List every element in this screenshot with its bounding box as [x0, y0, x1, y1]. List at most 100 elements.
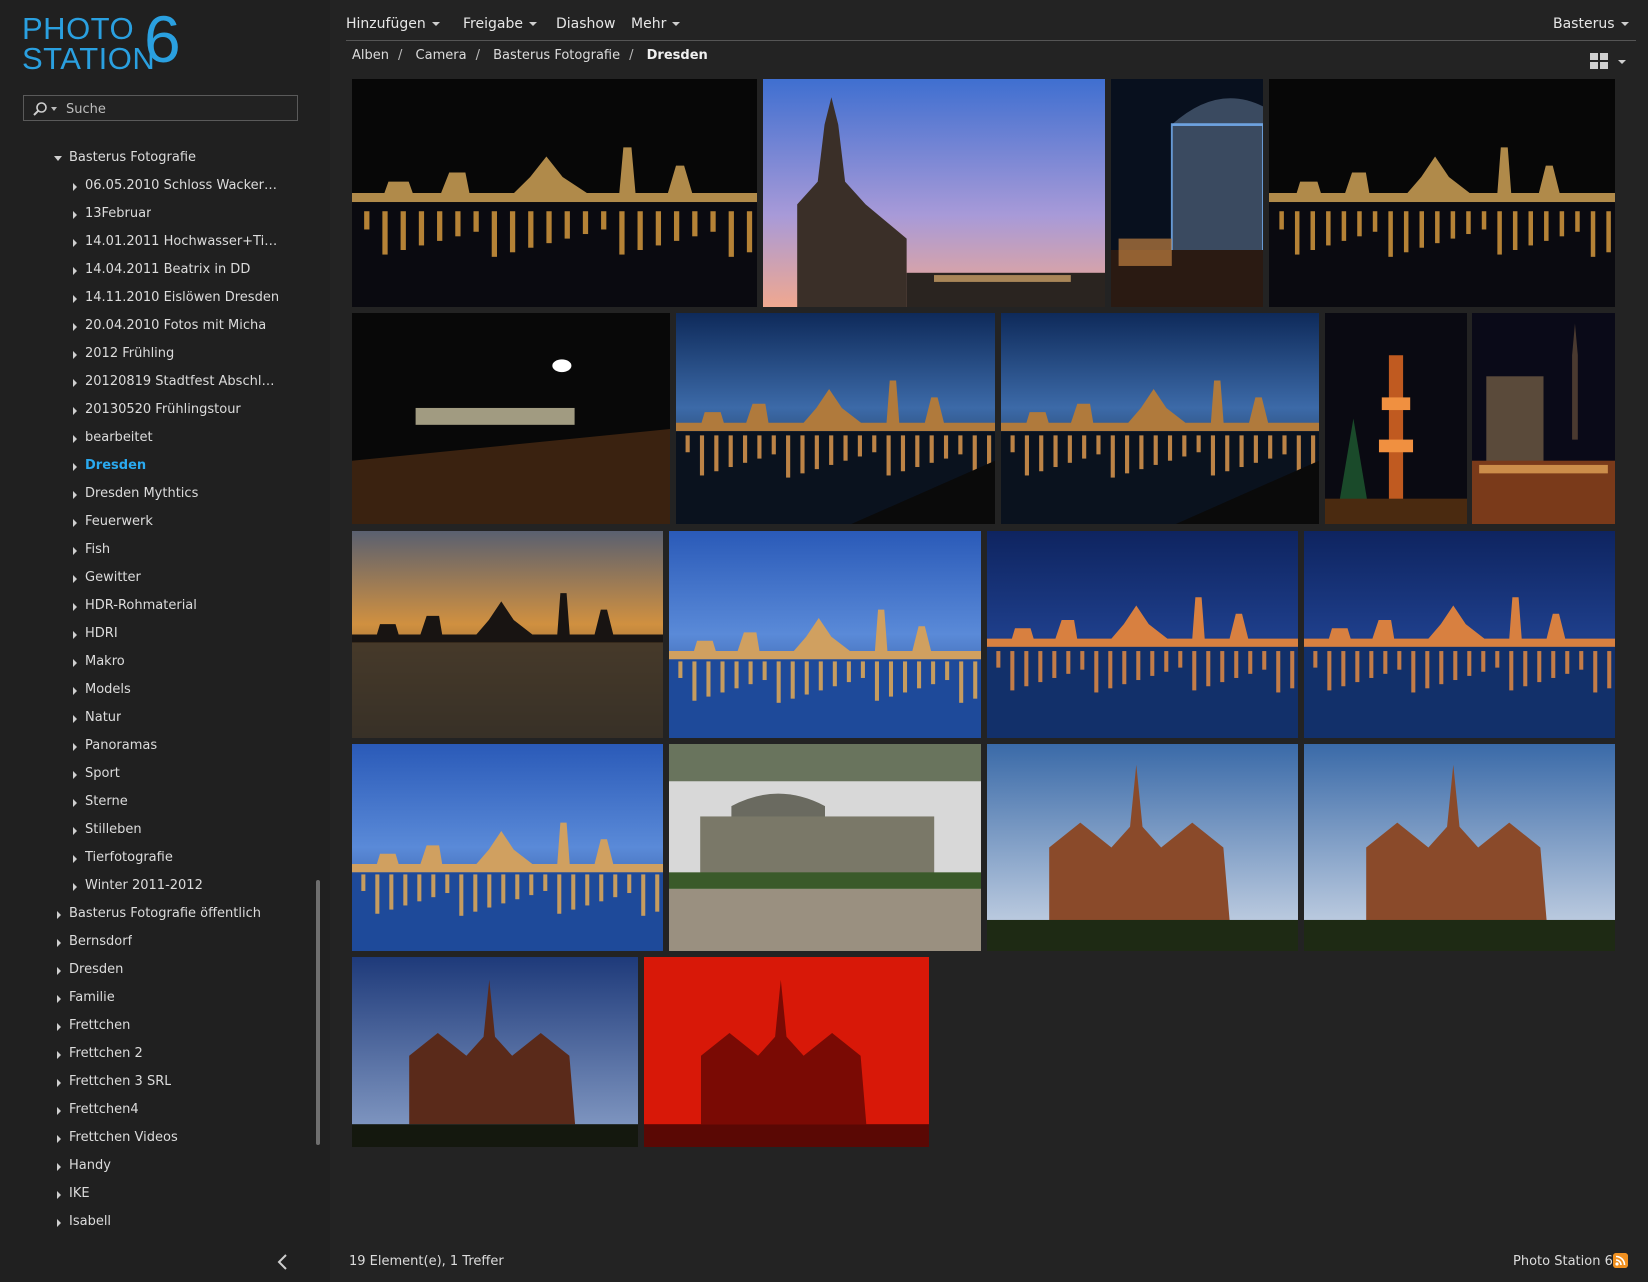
search-icon[interactable] [32, 101, 48, 117]
tree-item-child[interactable]: 06.05.2010 Schloss Wackerbarth [0, 172, 285, 200]
photo-thumbnail[interactable] [1304, 744, 1615, 951]
tree-item-child[interactable]: Winter 2011-2012 [0, 872, 285, 900]
tree-item-child[interactable]: 20.04.2010 Fotos mit Micha [0, 312, 285, 340]
breadcrumb-item[interactable]: Camera [416, 48, 467, 63]
expand-arrow-icon[interactable] [73, 631, 77, 639]
tree-item-album[interactable]: Frettchen 3 SRL [0, 1068, 315, 1096]
expand-arrow-icon[interactable] [73, 407, 77, 415]
more-menu[interactable]: Mehr [631, 16, 681, 32]
tree-item-child[interactable]: HDRI [0, 620, 285, 648]
expand-arrow-icon[interactable] [73, 295, 77, 303]
expand-arrow-icon[interactable] [73, 491, 77, 499]
tree-item-parent[interactable]: Basterus Fotografie [0, 144, 315, 172]
expand-arrow-icon[interactable] [73, 323, 77, 331]
tree-item-child[interactable]: Feuerwerk [0, 508, 285, 536]
expand-arrow-icon[interactable] [73, 771, 77, 779]
expand-arrow-icon[interactable] [73, 855, 77, 863]
search-box[interactable] [23, 95, 298, 121]
expand-arrow-icon[interactable] [73, 603, 77, 611]
expand-arrow-icon[interactable] [73, 715, 77, 723]
expand-arrow-icon[interactable] [73, 267, 77, 275]
photo-thumbnail[interactable] [676, 313, 995, 524]
expand-arrow-icon[interactable] [57, 1219, 61, 1227]
tree-item-child[interactable]: Tierfotografie [0, 844, 285, 872]
tree-item-child[interactable]: Makro [0, 648, 285, 676]
expand-arrow-icon[interactable] [73, 547, 77, 555]
expanded-arrow-icon[interactable] [54, 156, 62, 161]
tree-item-album[interactable]: Familie [0, 984, 315, 1012]
expand-arrow-icon[interactable] [73, 351, 77, 359]
sidebar-scrollbar[interactable] [316, 880, 320, 1145]
expand-arrow-icon[interactable] [73, 799, 77, 807]
photo-thumbnail[interactable] [987, 531, 1298, 738]
expand-arrow-icon[interactable] [57, 1079, 61, 1087]
tree-item-child[interactable]: Sport [0, 760, 285, 788]
expand-arrow-icon[interactable] [73, 239, 77, 247]
tree-item-album[interactable]: Bernsdorf [0, 928, 315, 956]
expand-arrow-icon[interactable] [73, 827, 77, 835]
expand-arrow-icon[interactable] [73, 211, 77, 219]
tree-item-child[interactable]: Models [0, 676, 285, 704]
tree-item-child[interactable]: Dresden [0, 452, 285, 480]
expand-arrow-icon[interactable] [73, 519, 77, 527]
photo-thumbnail[interactable] [352, 744, 663, 951]
tree-item-child[interactable]: Natur [0, 704, 285, 732]
tree-item-child[interactable]: 14.11.2010 Eislöwen Dresden [0, 284, 285, 312]
photo-thumbnail[interactable] [644, 957, 929, 1147]
tree-item-album[interactable]: Handy [0, 1152, 315, 1180]
expand-arrow-icon[interactable] [57, 1051, 61, 1059]
expand-arrow-icon[interactable] [73, 183, 77, 191]
breadcrumb-item[interactable]: Alben [352, 48, 389, 63]
view-mode-toggle[interactable] [1590, 53, 1630, 69]
share-menu[interactable]: Freigabe [463, 16, 537, 32]
photo-thumbnail[interactable] [1472, 313, 1615, 524]
tree-item-album[interactable]: Frettchen 2 [0, 1040, 315, 1068]
photo-thumbnail[interactable] [1304, 531, 1615, 738]
user-menu[interactable]: Basterus [1553, 16, 1629, 32]
expand-arrow-icon[interactable] [57, 1191, 61, 1199]
tree-item-child[interactable]: 2012 Frühling [0, 340, 285, 368]
expand-arrow-icon[interactable] [73, 659, 77, 667]
breadcrumb-item[interactable]: Basterus Fotografie [493, 48, 620, 63]
tree-item-child[interactable]: Fish [0, 536, 285, 564]
search-options-caret-icon[interactable] [51, 107, 57, 111]
collapse-sidebar-icon[interactable] [276, 1252, 290, 1272]
expand-arrow-icon[interactable] [73, 883, 77, 891]
photo-thumbnail[interactable] [669, 531, 981, 738]
photo-thumbnail[interactable] [352, 531, 663, 738]
photo-thumbnail[interactable] [352, 313, 670, 524]
search-input[interactable] [64, 98, 293, 120]
tree-item-album[interactable]: Frettchen4 [0, 1096, 315, 1124]
expand-arrow-icon[interactable] [57, 1107, 61, 1115]
photo-thumbnail[interactable] [1001, 313, 1319, 524]
photo-thumbnail[interactable] [352, 957, 638, 1147]
tree-item-album[interactable]: IKE [0, 1180, 315, 1208]
tree-item-album[interactable]: Isabell [0, 1208, 315, 1236]
tree-item-child[interactable]: Gewitter [0, 564, 285, 592]
expand-arrow-icon[interactable] [57, 1023, 61, 1031]
expand-arrow-icon[interactable] [57, 995, 61, 1003]
tree-item-child[interactable]: 13Februar [0, 200, 285, 228]
tree-item-child[interactable]: Stilleben [0, 816, 285, 844]
tree-item-child[interactable]: HDR-Rohmaterial [0, 592, 285, 620]
tree-item-child[interactable]: Sterne [0, 788, 285, 816]
tree-item-album[interactable]: Dresden [0, 956, 315, 984]
photo-thumbnail[interactable] [1325, 313, 1467, 524]
photo-thumbnail[interactable] [987, 744, 1298, 951]
slideshow-button[interactable]: Diashow [556, 16, 615, 32]
expand-arrow-icon[interactable] [73, 743, 77, 751]
tree-item-child[interactable]: 20120819 Stadtfest Abschluss [0, 368, 285, 396]
expand-arrow-icon[interactable] [73, 379, 77, 387]
photo-thumbnail[interactable] [352, 79, 757, 307]
add-menu[interactable]: Hinzufügen [346, 16, 440, 32]
expand-arrow-icon[interactable] [73, 575, 77, 583]
tree-item-child[interactable]: bearbeitet [0, 424, 285, 452]
expand-arrow-icon[interactable] [57, 1135, 61, 1143]
rss-feed-icon[interactable] [1613, 1253, 1628, 1268]
expand-arrow-icon[interactable] [73, 463, 77, 471]
photo-thumbnail[interactable] [669, 744, 981, 951]
photo-thumbnail[interactable] [763, 79, 1105, 307]
tree-item-child[interactable]: 14.04.2011 Beatrix in DD [0, 256, 285, 284]
tree-item-child[interactable]: Panoramas [0, 732, 285, 760]
expand-arrow-icon[interactable] [73, 435, 77, 443]
